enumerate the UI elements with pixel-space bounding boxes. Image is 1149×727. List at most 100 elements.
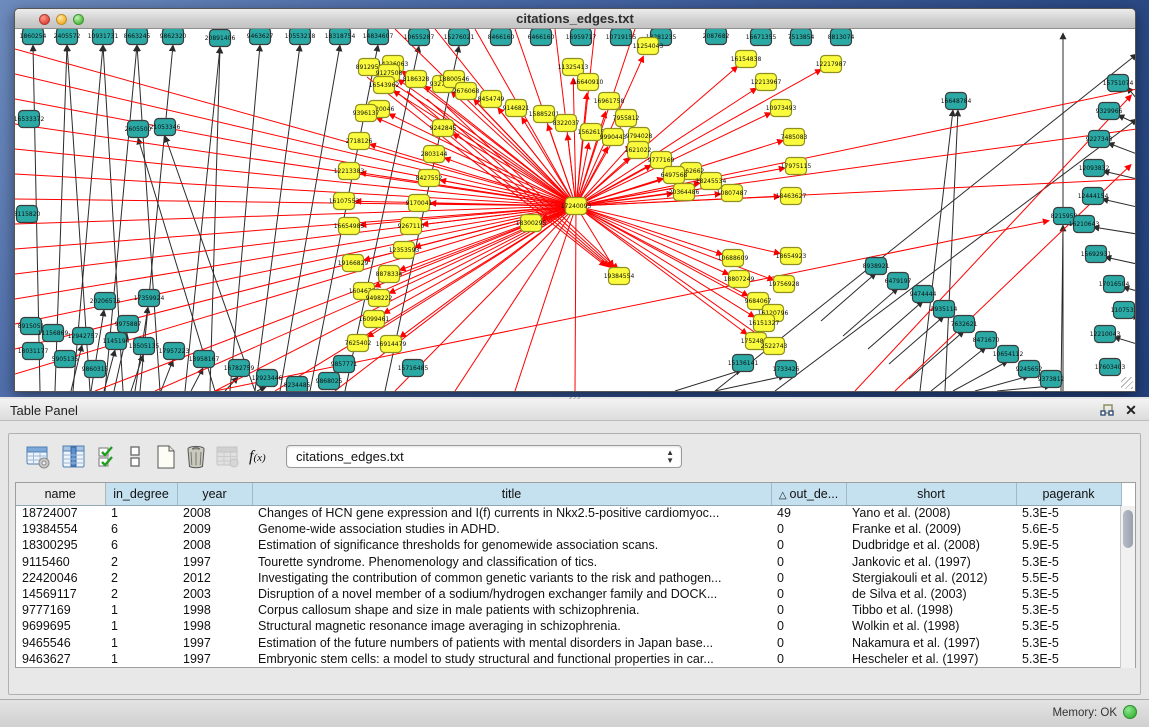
table-cell[interactable]: Tourette syndrome. Phenomenology and cla… xyxy=(252,554,771,570)
table-cell[interactable]: 5.3E-5 xyxy=(1016,586,1121,602)
table-cell[interactable]: Dudbridge et al. (2008) xyxy=(846,537,1016,553)
table-cell[interactable]: 14569117 xyxy=(16,586,105,602)
table-cell[interactable]: 5.3E-5 xyxy=(1016,602,1121,618)
table-row[interactable]: 946362711997Embryonic stem cells: a mode… xyxy=(16,651,1121,667)
float-panel-icon[interactable] xyxy=(1098,402,1116,418)
table-cell[interactable]: Jankovic et al. (1997) xyxy=(846,554,1016,570)
table-cell[interactable]: 0 xyxy=(771,618,846,634)
table-cell[interactable]: 5.5E-5 xyxy=(1016,570,1121,586)
table-cell[interactable]: 2 xyxy=(105,586,177,602)
table-row[interactable]: 1830029562008Estimation of significance … xyxy=(16,537,1121,553)
table-cell[interactable]: 5.9E-5 xyxy=(1016,537,1121,553)
table-row[interactable]: 946554611997Estimation of the future num… xyxy=(16,635,1121,651)
table-cell[interactable]: 1998 xyxy=(177,618,252,634)
column-header-short[interactable]: short xyxy=(846,483,1016,505)
select-column-icon[interactable] xyxy=(61,444,87,470)
table-cell[interactable]: Stergiakouli et al. (2012) xyxy=(846,570,1016,586)
column-header-name[interactable]: name xyxy=(16,483,105,505)
table-cell[interactable]: Estimation of the future numbers of pati… xyxy=(252,635,771,651)
column-header-year[interactable]: year xyxy=(177,483,252,505)
table-cell[interactable]: 1 xyxy=(105,651,177,667)
table-row[interactable]: 969969511998Structural magnetic resonanc… xyxy=(16,618,1121,634)
table-cell[interactable]: 9463627 xyxy=(16,651,105,667)
table-cell[interactable]: 6 xyxy=(105,537,177,553)
table-row[interactable]: 1872400712008Changes of HCN gene express… xyxy=(16,505,1121,521)
select-rows-icon[interactable] xyxy=(97,444,123,470)
table-cell[interactable]: 0 xyxy=(771,537,846,553)
table-cell[interactable]: Nakamura et al. (1997) xyxy=(846,635,1016,651)
table-row[interactable]: 2242004622012Investigating the contribut… xyxy=(16,570,1121,586)
close-panel-icon[interactable]: ✕ xyxy=(1122,402,1140,418)
table-cell[interactable]: 9465546 xyxy=(16,635,105,651)
table-cell[interactable]: 9699695 xyxy=(16,618,105,634)
network-canvas[interactable]: 1860254240557210931731866324598623202089… xyxy=(15,29,1135,391)
table-cell[interactable]: 0 xyxy=(771,570,846,586)
table-cell[interactable]: 49 xyxy=(771,505,846,521)
table-cell[interactable]: 1 xyxy=(105,618,177,634)
table-cell[interactable]: 0 xyxy=(771,554,846,570)
table-cell[interactable]: Hescheler et al. (1997) xyxy=(846,651,1016,667)
table-scrollbar[interactable] xyxy=(1120,506,1135,668)
canvas-resize-grip[interactable] xyxy=(1121,377,1133,389)
table-cell[interactable]: 1997 xyxy=(177,651,252,667)
table-selector[interactable]: citations_edges.txt ▲▼ xyxy=(286,445,682,468)
table-cell[interactable]: 5.3E-5 xyxy=(1016,505,1121,521)
table-cell[interactable]: 1998 xyxy=(177,602,252,618)
table-cell[interactable]: 1 xyxy=(105,505,177,521)
table-cell[interactable]: Structural magnetic resonance image aver… xyxy=(252,618,771,634)
table-cell[interactable]: 0 xyxy=(771,651,846,667)
table-cell[interactable]: Franke et al. (2009) xyxy=(846,521,1016,537)
table-cell[interactable]: 2 xyxy=(105,570,177,586)
table-cell[interactable]: 6 xyxy=(105,521,177,537)
table-cell[interactable]: Changes of HCN gene expression and I(f) … xyxy=(252,505,771,521)
table-cell[interactable]: 1997 xyxy=(177,554,252,570)
column-header-title[interactable]: title xyxy=(252,483,771,505)
table-cell[interactable]: 1997 xyxy=(177,635,252,651)
table-row[interactable]: 1938455462009Genome-wide association stu… xyxy=(16,521,1121,537)
new-table-icon[interactable] xyxy=(153,444,179,470)
column-header-in_degree[interactable]: in_degree xyxy=(105,483,177,505)
table-cell[interactable]: Estimation of significance thresholds fo… xyxy=(252,537,771,553)
table-row[interactable]: 977716911998Corpus callosum shape and si… xyxy=(16,602,1121,618)
table-cell[interactable]: 5.3E-5 xyxy=(1016,651,1121,667)
table-cell[interactable]: 19384554 xyxy=(16,521,105,537)
table-cell[interactable]: Corpus callosum shape and size in male p… xyxy=(252,602,771,618)
table-row[interactable]: 911546021997Tourette syndrome. Phenomeno… xyxy=(16,554,1121,570)
table-cell[interactable]: Investigating the contribution of common… xyxy=(252,570,771,586)
table-cell[interactable]: Embryonic stem cells: a model to study s… xyxy=(252,651,771,667)
table-cell[interactable]: 2012 xyxy=(177,570,252,586)
table-cell[interactable]: 0 xyxy=(771,521,846,537)
table-cell[interactable]: Tibbo et al. (1998) xyxy=(846,602,1016,618)
column-header-out_de[interactable]: △out_de... xyxy=(771,483,846,505)
table-cell[interactable]: de Silva et al. (2003) xyxy=(846,586,1016,602)
network-window-titlebar[interactable]: citations_edges.txt xyxy=(15,9,1135,29)
table-settings-icon[interactable] xyxy=(25,444,51,470)
table-cell[interactable]: 18724007 xyxy=(16,505,105,521)
table-row[interactable]: 1456911722003Disruption of a novel membe… xyxy=(16,586,1121,602)
merge-rows-icon[interactable] xyxy=(127,444,153,470)
table-cell[interactable]: 1 xyxy=(105,635,177,651)
table-cell[interactable]: 5.3E-5 xyxy=(1016,554,1121,570)
table-cell[interactable]: 2008 xyxy=(177,505,252,521)
table-cell[interactable]: Disruption of a novel member of a sodium… xyxy=(252,586,771,602)
table-cell[interactable]: 0 xyxy=(771,602,846,618)
table-cell[interactable]: 5.6E-5 xyxy=(1016,521,1121,537)
table-cell[interactable]: 9115460 xyxy=(16,554,105,570)
table-cell[interactable]: 18300295 xyxy=(16,537,105,553)
table-cell[interactable]: 2 xyxy=(105,554,177,570)
table-scrollbar-thumb[interactable] xyxy=(1123,510,1133,548)
table-cell[interactable]: 2009 xyxy=(177,521,252,537)
table-cell[interactable]: 0 xyxy=(771,586,846,602)
delete-table-icon[interactable] xyxy=(183,444,209,470)
table-cell[interactable]: 9777169 xyxy=(16,602,105,618)
table-cell[interactable]: 5.3E-5 xyxy=(1016,635,1121,651)
table-cell[interactable]: Wolkin et al. (1998) xyxy=(846,618,1016,634)
table-cell[interactable]: 2008 xyxy=(177,537,252,553)
table-cell[interactable]: 22420046 xyxy=(16,570,105,586)
table-cell[interactable]: Yano et al. (2008) xyxy=(846,505,1016,521)
memory-status-icon[interactable] xyxy=(1123,705,1137,719)
column-header-pagerank[interactable]: pagerank xyxy=(1016,483,1121,505)
function-builder-icon[interactable]: f(x) xyxy=(249,448,275,474)
table-cell[interactable]: Genome-wide association studies in ADHD. xyxy=(252,521,771,537)
table-cell[interactable]: 2003 xyxy=(177,586,252,602)
